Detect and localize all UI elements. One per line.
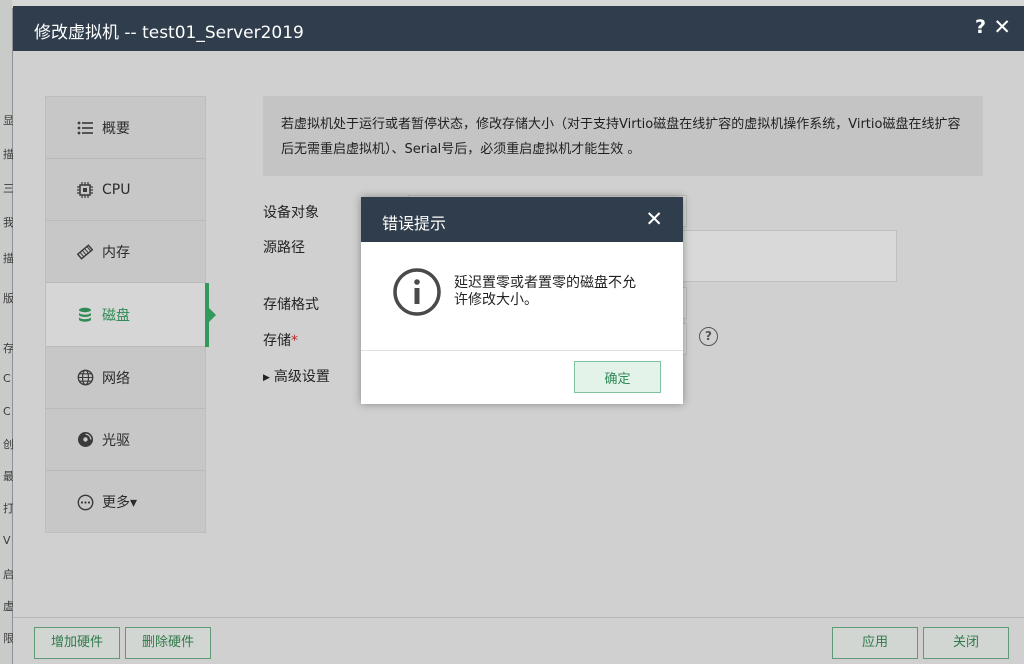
active-indicator-arrow	[209, 308, 216, 322]
sidebar-item-network[interactable]: 网络	[46, 347, 205, 409]
sidebar-item-label: 内存	[102, 244, 130, 261]
memory-icon	[76, 243, 94, 261]
dialog-title: 修改虚拟机 -- test01_Server2019	[34, 23, 304, 43]
disk-icon	[76, 306, 94, 324]
restart-notice: 若虚拟机处于运行或者暂停状态，修改存储大小（对于支持Virtio磁盘在线扩容的虚…	[263, 96, 983, 176]
sidebar-item-label: 光驱	[102, 432, 130, 449]
required-mark: *	[291, 333, 298, 349]
storage-label: 存储*	[263, 333, 298, 349]
sidebar-item-label: 磁盘	[102, 307, 130, 324]
device-label: 设备对象	[263, 205, 319, 221]
remove-hardware-button[interactable]: 删除硬件	[125, 627, 211, 659]
cd-icon	[76, 431, 94, 449]
error-dialog-header: 错误提示 ✕	[361, 197, 683, 242]
apply-button[interactable]: 应用	[832, 627, 918, 659]
error-dialog-divider	[361, 350, 683, 351]
sidebar-item-disk[interactable]: 磁盘	[46, 283, 205, 347]
list-icon	[76, 119, 94, 137]
hardware-sidebar: 概要 CPU 内存 磁盘 网络 光驱 更多▾	[45, 96, 206, 533]
advanced-settings-toggle[interactable]: ▶ 高级设置	[263, 366, 330, 386]
cpu-icon	[76, 181, 94, 199]
ok-button[interactable]: 确定	[574, 361, 661, 393]
help-icon[interactable]: ?	[699, 327, 718, 346]
sidebar-item-label: CPU	[102, 181, 131, 198]
add-hardware-button[interactable]: 增加硬件	[34, 627, 120, 659]
close-button[interactable]: 关闭	[923, 627, 1009, 659]
error-dialog-title: 错误提示	[382, 214, 447, 233]
error-dialog: 错误提示 ✕ 延迟置零或者置零的磁盘不允许修改大小。 确定	[361, 197, 683, 404]
source-path-label: 源路径	[263, 240, 305, 256]
close-icon[interactable]: ✕	[993, 15, 1011, 39]
storage-format-label: 存储格式	[263, 297, 319, 313]
sidebar-item-more[interactable]: 更多▾	[46, 471, 205, 533]
sidebar-item-label: 网络	[102, 370, 130, 387]
close-icon[interactable]: ✕	[645, 207, 663, 231]
sidebar-item-label: 更多▾	[102, 495, 138, 511]
sidebar-item-label: 概要	[102, 120, 130, 137]
sidebar-item-cdrom[interactable]: 光驱	[46, 409, 205, 471]
more-icon	[76, 493, 94, 511]
info-icon	[393, 268, 441, 316]
background-left-panel: 显 描 三 我 描 版 存 C C 创 最 打 V 启 虚 限	[0, 0, 14, 664]
sidebar-item-summary[interactable]: 概要	[46, 97, 205, 159]
help-icon[interactable]: ?	[975, 16, 986, 38]
background-text: C	[3, 405, 11, 418]
background-text: V	[3, 534, 11, 547]
caret-right-icon: ▶	[263, 373, 270, 383]
error-message: 延迟置零或者置零的磁盘不允许修改大小。	[454, 275, 636, 308]
globe-icon	[76, 369, 94, 387]
sidebar-item-cpu[interactable]: CPU	[46, 159, 205, 221]
background-text: C	[3, 372, 11, 385]
footer-divider	[13, 617, 1024, 618]
dialog-titlebar: 修改虚拟机 -- test01_Server2019 ? ✕	[13, 6, 1024, 51]
sidebar-item-memory[interactable]: 内存	[46, 221, 205, 283]
